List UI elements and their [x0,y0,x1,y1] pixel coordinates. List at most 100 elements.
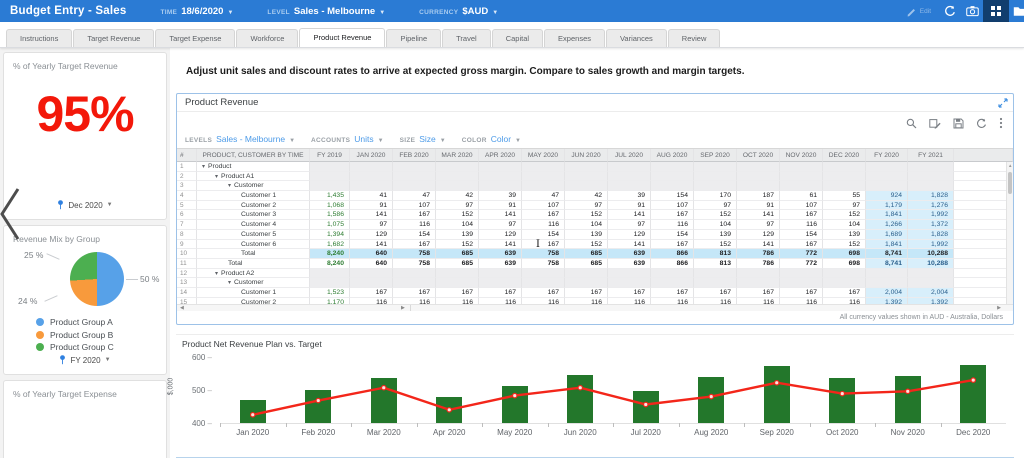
grid-cell[interactable]: 39 [479,191,522,201]
grid-cell[interactable]: 685 [565,259,608,269]
grid-cell[interactable]: 639 [479,259,522,269]
grid-cell[interactable]: 167 [651,288,694,298]
grid-cell[interactable]: 129 [479,230,522,240]
snapshot-button[interactable] [961,0,983,22]
grid-cell[interactable]: 97 [694,201,737,211]
grid-cell[interactable]: 116 [651,220,694,230]
grid-cell[interactable]: 8,240 [310,249,350,259]
grid-cell[interactable]: 698 [823,259,866,269]
grid-cell[interactable]: 104 [823,220,866,230]
grid-cell[interactable]: 47 [522,191,565,201]
time-dropdown[interactable]: TIME 18/6/2020 ▼ [160,6,233,17]
annotate-button[interactable] [929,118,941,129]
grid-cell[interactable]: 187 [737,191,780,201]
tab-target-expense[interactable]: Target Expense [155,29,235,47]
tree-collapse-icon[interactable]: ▾ [215,174,218,180]
grid-cell[interactable]: 10,288 [908,249,954,259]
tree-collapse-icon[interactable]: ▾ [215,271,218,277]
grid-cell[interactable]: 866 [651,259,694,269]
grid-cell[interactable]: 1,689 [866,230,908,240]
grid-cell[interactable]: 167 [522,240,565,250]
expand-panel-button[interactable] [998,98,1008,108]
grid-cell[interactable]: 10,288 [908,259,954,269]
sidebar-collapse-button[interactable] [0,186,23,242]
grid-cell[interactable]: 170 [694,191,737,201]
grid-cell[interactable]: 141 [350,210,393,220]
grid-cell[interactable]: 91 [350,201,393,211]
grid-cell[interactable]: 1,435 [310,191,350,201]
grid-cell[interactable]: 167 [780,288,823,298]
tab-instructions[interactable]: Instructions [6,29,72,47]
grid-cell[interactable]: 8,741 [866,259,908,269]
tree-collapse-icon[interactable]: ▾ [202,164,205,170]
grid-cell[interactable]: 152 [565,240,608,250]
grid-cell[interactable]: 141 [350,240,393,250]
control-value-color[interactable]: Color [491,134,511,144]
currency-dropdown[interactable]: CURRENCY $AUD ▼ [419,6,498,17]
tab-workforce[interactable]: Workforce [236,29,298,47]
grid-cell[interactable]: 1,266 [866,220,908,230]
grid-cell[interactable]: 141 [608,240,651,250]
grid-cell[interactable]: 685 [436,259,479,269]
grid-cell[interactable]: 167 [737,288,780,298]
row-label-customer-3[interactable]: Customer 3 [197,210,310,220]
grid-cell[interactable]: 104 [565,220,608,230]
grid-cell[interactable]: 116 [522,220,565,230]
more-options-button[interactable] [999,117,1003,129]
grid-cell[interactable]: 139 [436,230,479,240]
search-button[interactable] [906,118,917,129]
tab-expenses[interactable]: Expenses [544,29,605,47]
grid-cell[interactable]: 116 [393,220,436,230]
grid-cell[interactable]: 167 [780,210,823,220]
grid-cell[interactable]: 167 [393,288,436,298]
grid-cell[interactable]: 758 [393,259,436,269]
row-label-customer-6[interactable]: Customer 6 [197,240,310,250]
grid-cell[interactable]: 1,828 [908,230,954,240]
grid-cell[interactable]: 1,992 [908,240,954,250]
tree-collapse-icon[interactable]: ▾ [228,183,231,189]
grid-cell[interactable]: 152 [694,210,737,220]
grid-cell[interactable]: 2,004 [866,288,908,298]
grid-cell[interactable]: 167 [522,210,565,220]
grid-cell[interactable]: 639 [608,249,651,259]
grid-cell[interactable]: 924 [866,191,908,201]
grid-cell[interactable]: 1,276 [908,201,954,211]
tree-collapse-icon[interactable]: ▾ [228,280,231,286]
grid-cell[interactable]: 141 [479,210,522,220]
tab-target-revenue[interactable]: Target Revenue [73,29,154,47]
grid-cell[interactable]: 772 [780,259,823,269]
grid-cell[interactable]: 97 [479,220,522,230]
row-label-customer-1[interactable]: Customer 1 [197,191,310,201]
grid-cell[interactable]: 152 [436,210,479,220]
refresh-button[interactable] [939,0,961,22]
vertical-scrollbar[interactable]: ▲ [1006,162,1013,304]
tab-travel[interactable]: Travel [442,29,491,47]
grid-cell[interactable]: 152 [694,240,737,250]
grid-cell[interactable]: 42 [436,191,479,201]
grid-cell[interactable]: 152 [823,210,866,220]
grid-cell[interactable]: 167 [479,288,522,298]
grid-cell[interactable]: 152 [823,240,866,250]
mix-period-dropdown[interactable]: FY 2020 ▼ [4,355,166,365]
grid-cell[interactable]: 167 [565,288,608,298]
tab-review[interactable]: Review [668,29,721,47]
grid-cell[interactable]: 813 [694,249,737,259]
grid-cell[interactable]: 1,586 [310,210,350,220]
horizontal-scrollbar[interactable]: ◀ ▶ ▶ [177,304,1013,311]
grid-cell[interactable]: 1,068 [310,201,350,211]
grid-cell[interactable]: 1,075 [310,220,350,230]
grid-cell[interactable]: 167 [651,240,694,250]
grid-cell[interactable]: 39 [608,191,651,201]
grid-cell[interactable]: 1,828 [908,191,954,201]
row-label-customer-4[interactable]: Customer 4 [197,220,310,230]
grid-cell[interactable]: 154 [651,191,694,201]
grid-cell[interactable]: 1,372 [908,220,954,230]
grid-cell[interactable]: 97 [823,201,866,211]
grid-cell[interactable]: 1,682 [310,240,350,250]
grid-cell[interactable]: 1,523 [310,288,350,298]
grid-cell[interactable]: 758 [393,249,436,259]
row-label-customer[interactable]: ▾Customer [197,278,310,288]
grid-cell[interactable]: 167 [651,210,694,220]
tab-capital[interactable]: Capital [492,29,543,47]
grid-cell[interactable]: 8,741 [866,249,908,259]
